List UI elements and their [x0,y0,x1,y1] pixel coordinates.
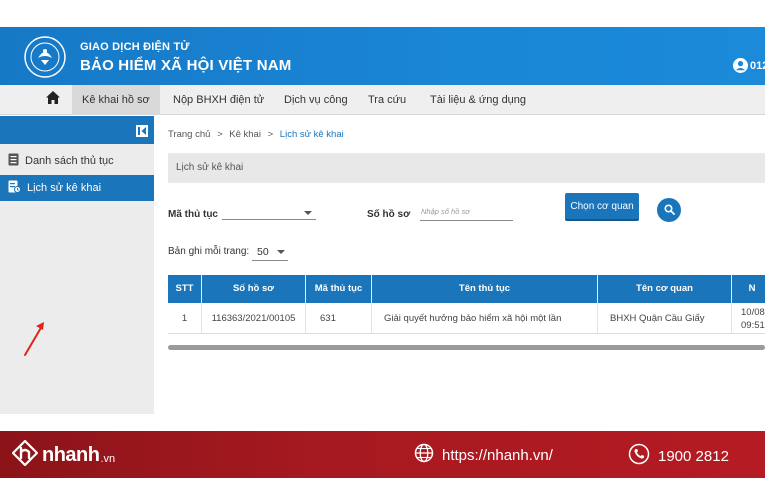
column-header-procedure-name: Tên thủ tục [372,275,598,303]
table-header: STT Số hồ sơ Mã thủ tục Tên thủ tục Tên … [168,275,765,303]
org-name-line1: GIAO DỊCH ĐIỆN TỬ [80,41,190,53]
brand-tld: .vn [100,452,116,465]
hotline-number: 1900 2812 [658,447,729,465]
column-header-procedure-code: Mã thủ tục [306,275,372,303]
section-title: Lịch sử kê khai [176,162,244,173]
nav-item-nop-bhxh[interactable]: Nộp BHXH điện tử [173,85,264,115]
nav-item-ke-khai-ho-so[interactable]: Kê khai hồ sơ [72,85,160,115]
hotline-link[interactable]: 1900 2812 [628,443,729,469]
file-number-label: Số hồ sơ [367,209,411,220]
app-header: GIAO DỊCH ĐIỆN TỬ BẢO HIỂM XÃ HỘI VIỆT N… [0,27,765,85]
choose-agency-button[interactable]: Chọn cơ quan [565,193,639,221]
sidebar-item-lich-su-ke-khai[interactable]: Lịch sử kê khai [0,175,154,201]
procedure-code-label: Mã thủ tục [168,209,218,220]
home-icon [46,91,60,109]
column-header-file-number: Số hồ sơ [202,275,306,303]
page: GIAO DỊCH ĐIỆN TỬ BẢO HIỂM XÃ HỘI VIỆT N… [0,0,765,478]
sidebar-header [0,116,154,144]
red-pointer-arrow [22,320,48,363]
column-header-agency: Tên cơ quan [598,275,732,303]
user-id-text: 012 [750,59,765,72]
file-number-input[interactable] [420,203,513,221]
nav-item-tai-lieu[interactable]: Tài liệu & ứng dụng [430,85,526,115]
nhanh-logo-icon [11,439,39,471]
sidebar-item-danh-sach-thu-tuc[interactable]: Danh sách thủ tục [0,148,154,174]
search-icon [663,203,675,218]
nav-item-tra-cuu[interactable]: Tra cứu [368,85,406,115]
breadcrumb-separator: > [267,129,274,140]
horizontal-scrollbar[interactable] [168,345,765,350]
cell-procedure-name: Giải quyết hưởng bảo hiểm xã hội một lần [372,303,598,334]
phone-icon [628,443,650,469]
document-list-icon [8,153,19,169]
page-size-underline [252,260,288,261]
user-account[interactable]: 012 [733,58,765,73]
nhanh-brand[interactable]: nhanh .vn [11,439,116,471]
sidebar-item-label: Danh sách thủ tục [25,155,114,167]
breadcrumb-ke-khai[interactable]: Kê khai [229,129,261,140]
cell-file-number: 116363/2021/00105 [202,303,306,334]
search-button[interactable] [657,198,681,222]
history-document-icon [8,180,21,196]
column-header-stt: STT [168,275,202,303]
website-url: https://nhanh.vn/ [442,446,553,464]
collapse-sidebar-icon[interactable] [136,124,148,142]
cell-date-day: 10/08 [741,307,765,318]
cell-date-time: 09:51 [741,320,765,331]
home-button[interactable] [34,85,72,115]
cell-stt: 1 [168,303,202,334]
column-header-date: N [748,283,756,294]
cell-agency: BHXH Quận Cầu Giấy [598,303,732,334]
page-size-label: Bản ghi mỗi trang: [168,246,250,257]
nav-item-dich-vu-cong[interactable]: Dịch vụ công [284,85,348,115]
sidebar-item-label: Lịch sử kê khai [27,182,102,194]
website-link[interactable]: https://nhanh.vn/ [414,443,553,467]
brand-name: nhanh [42,444,100,466]
breadcrumb-home[interactable]: Trang chủ [168,129,210,140]
section-header: Lịch sử kê khai [168,153,765,183]
breadcrumb-current: Lịch sử kê khai [279,129,344,140]
main-nav: Kê khai hồ sơ Nộp BHXH điện tử Dịch vụ c… [0,85,765,115]
breadcrumb: Trang chủ > Kê khai > Lịch sử kê khai [168,129,344,140]
promo-banner: nhanh .vn https://nhanh.vn/ 1900 2812 [0,431,765,478]
table-row[interactable]: 1 116363/2021/00105 631 Giải quyết hưởng… [168,303,765,334]
chevron-down-icon [304,211,312,215]
cell-procedure-code: 631 [306,303,372,334]
globe-icon [414,443,434,467]
page-size-select[interactable]: 50 [257,246,269,258]
bhxh-logo [22,34,68,80]
chevron-down-icon [277,250,285,254]
procedure-code-select[interactable] [222,206,316,220]
user-icon [733,58,748,73]
sidebar: Danh sách thủ tục Lịch sử kê khai [0,116,154,414]
cell-date: 10/08 09:51 [732,303,765,334]
breadcrumb-separator: > [217,129,223,140]
org-name-line2: BẢO HIỂM XÃ HỘI VIỆT NAM [80,57,292,74]
